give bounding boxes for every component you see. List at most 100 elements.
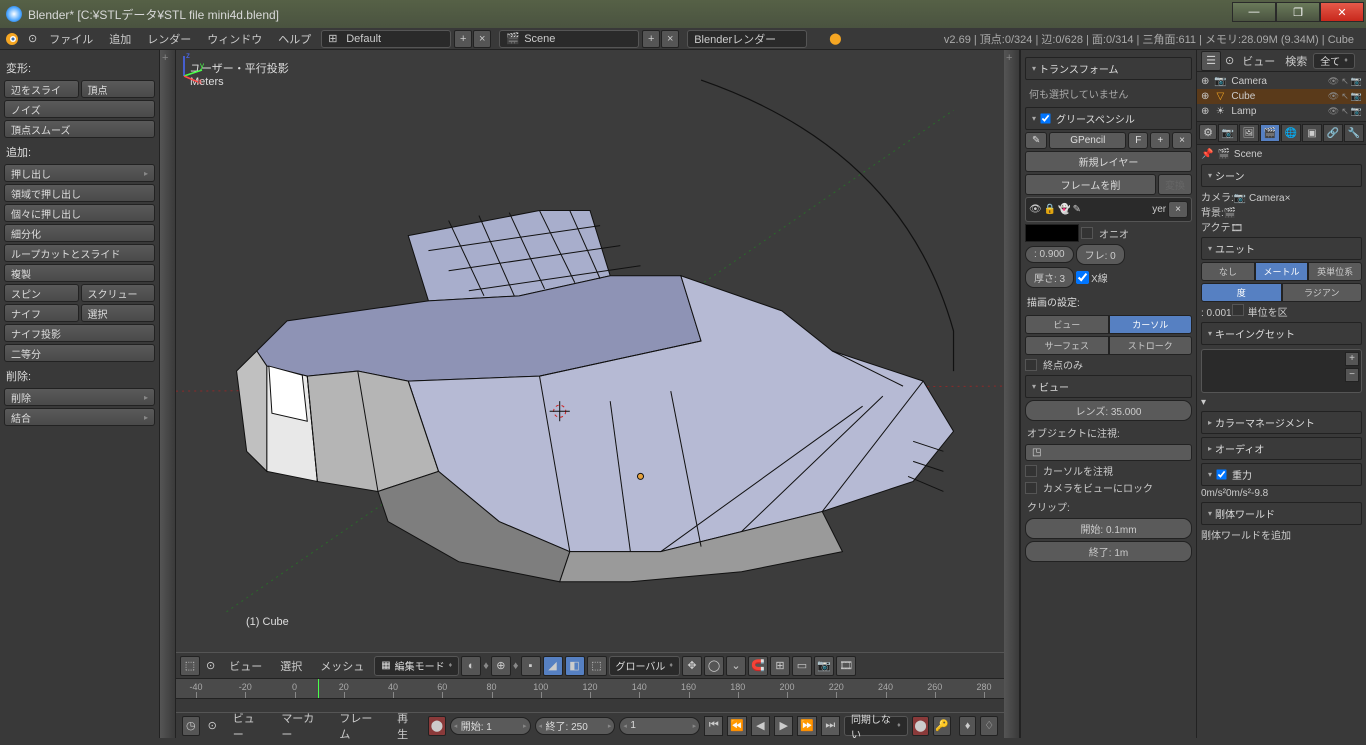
edge-select-button[interactable]: ◢	[543, 656, 563, 676]
tl-marker-menu[interactable]: マーカー	[273, 707, 327, 745]
pin-icon[interactable]: 📌	[1201, 149, 1213, 160]
prop-falloff-button[interactable]: ⌄	[726, 656, 746, 676]
menu-window[interactable]: ウィンドウ	[199, 28, 270, 50]
view-panel-header[interactable]: ビュー	[1025, 375, 1192, 398]
menu-render[interactable]: レンダー	[139, 28, 199, 50]
gp-layer-remove[interactable]: ×	[1168, 201, 1188, 218]
modifiers-tab[interactable]: 🔧	[1344, 124, 1364, 142]
loopcut-button[interactable]: ループカットとスライド	[4, 244, 155, 262]
extrude-individual-button[interactable]: 個々に押し出し	[4, 204, 155, 222]
units-metric[interactable]: メートル	[1255, 262, 1309, 281]
delete-key-button[interactable]: ♢	[980, 716, 998, 736]
minimize-button[interactable]: —	[1232, 2, 1276, 22]
gpencil-delete-frame-button[interactable]: フレームを削	[1025, 174, 1156, 195]
knife-select-button[interactable]: 選択	[81, 304, 156, 322]
editor-type-button[interactable]: ⬚	[180, 656, 200, 676]
3d-viewport[interactable]: ユーザー・平行投影 Meters z y x (1) Cube	[176, 50, 1004, 652]
jump-end-button[interactable]: ⏭	[821, 716, 840, 736]
gpencil-new-layer-button[interactable]: 新規レイヤー	[1025, 151, 1192, 172]
tl-frame-menu[interactable]: フレーム	[331, 707, 385, 745]
eye-icon[interactable]: 👁	[1029, 204, 1042, 215]
keyframe-prev-button[interactable]: ⏪	[727, 716, 746, 736]
current-frame-field[interactable]: 1	[619, 717, 700, 735]
selectable-toggle[interactable]: ↖	[1341, 106, 1349, 117]
scene-delete-button[interactable]: ×	[661, 30, 679, 48]
rigidbody-panel-header[interactable]: 剛体ワールド	[1201, 502, 1362, 525]
separate-units-checkbox[interactable]	[1232, 304, 1244, 316]
draw-cursor-button[interactable]: カーソル	[1109, 315, 1193, 334]
background-field[interactable]: 🎬	[1224, 208, 1236, 219]
maximize-button[interactable]: ❐	[1276, 2, 1320, 22]
draw-stroke-button[interactable]: ストローク	[1109, 336, 1193, 355]
mode-selector[interactable]: ▦編集モード	[374, 656, 459, 676]
region-toggle-left[interactable]: +	[160, 50, 176, 738]
gp-frames-field[interactable]: フレ: 0	[1076, 244, 1125, 265]
unit-scale-field[interactable]: : 0.001	[1201, 308, 1232, 319]
gp-layer-name[interactable]: yer	[1083, 204, 1166, 215]
orientation-selector[interactable]: グローバル	[609, 656, 680, 676]
snap-element-button[interactable]: ⊞	[770, 656, 790, 676]
start-frame-field[interactable]: 開始: 1	[450, 717, 531, 735]
world-tab[interactable]: 🌐	[1281, 124, 1301, 142]
lock-object-field[interactable]: ◳	[1025, 444, 1192, 461]
timeline-area[interactable]: -40-200204060801001201401601802002202402…	[176, 678, 1004, 712]
lock-icon[interactable]: 🔒	[1044, 204, 1056, 215]
extrude-button[interactable]: 押し出し	[4, 164, 155, 182]
keying-set-list[interactable]: + −	[1201, 349, 1362, 393]
visibility-toggle[interactable]: 👁	[1328, 76, 1339, 87]
selectable-toggle[interactable]: ↖	[1341, 76, 1349, 87]
colormgmt-panel-header[interactable]: カラーマネージメント	[1201, 411, 1362, 434]
menu-file[interactable]: ファイル	[41, 28, 101, 50]
face-select-button[interactable]: ◧	[565, 656, 585, 676]
gpencil-fake-user[interactable]: F	[1128, 132, 1148, 149]
draw-view-button[interactable]: ビュー	[1025, 315, 1109, 334]
jump-start-button[interactable]: ⏮	[704, 716, 723, 736]
close-button[interactable]: ✕	[1320, 2, 1364, 22]
render-anim-button[interactable]: 🎞	[836, 656, 856, 676]
autokey-button[interactable]: ⬤	[912, 716, 930, 736]
xray-checkbox[interactable]	[1076, 271, 1089, 284]
subdivide-button[interactable]: 細分化	[4, 224, 155, 242]
knife-project-button[interactable]: ナイフ投影	[4, 324, 155, 342]
knife-button[interactable]: ナイフ	[4, 304, 79, 322]
snap-toggle[interactable]: 🧲	[748, 656, 768, 676]
help-icon[interactable]: ⊙	[24, 29, 41, 48]
active-clip-field[interactable]: 🎞	[1231, 223, 1244, 234]
tl-playback-menu[interactable]: 再生	[389, 707, 424, 745]
gpencil-add[interactable]: +	[1150, 132, 1170, 149]
spin-button[interactable]: スピン	[4, 284, 79, 302]
add-rigidbody-button[interactable]: 剛体ワールドを追加	[1201, 531, 1291, 542]
ghost-icon[interactable]: 👻	[1058, 204, 1070, 215]
limit-selection-button[interactable]: ⬚	[587, 656, 607, 676]
gravity-x[interactable]: 0m/s²	[1201, 488, 1226, 499]
keying-set-button[interactable]: 🔑	[933, 716, 951, 736]
selectable-toggle[interactable]: ↖	[1341, 91, 1349, 102]
units-panel-header[interactable]: ユニット	[1201, 237, 1362, 260]
lock-cursor-checkbox[interactable]	[1025, 465, 1037, 477]
visibility-toggle[interactable]: 👁	[1328, 91, 1339, 102]
layout-delete-button[interactable]: ×	[473, 30, 491, 48]
insert-key-button[interactable]: ♦	[959, 716, 977, 736]
units-degrees[interactable]: 度	[1201, 283, 1282, 302]
timeline-ruler[interactable]: -40-200204060801001201401601802002202402…	[176, 679, 1004, 699]
viewport-shading-button[interactable]: ◐	[461, 656, 481, 676]
prop-edit-button[interactable]: ◯	[704, 656, 724, 676]
render-toggle[interactable]: 📷	[1351, 76, 1362, 87]
vert-select-button[interactable]: ▪	[521, 656, 541, 676]
edit-icon[interactable]: ✎	[1073, 204, 1081, 215]
outliner-filter[interactable]: 全て	[1313, 53, 1355, 69]
timeline-editor-type-button[interactable]: ◷	[182, 716, 200, 736]
gravity-z[interactable]: -9.8	[1251, 488, 1268, 499]
gp-color-swatch[interactable]	[1025, 224, 1079, 242]
auto-keyframe-toggle[interactable]: ⬤	[428, 716, 446, 736]
tl-view-menu[interactable]: ビュー	[225, 707, 270, 745]
visibility-toggle[interactable]: 👁	[1328, 106, 1339, 117]
timeline-cursor[interactable]	[318, 679, 319, 698]
play-reverse-button[interactable]: ◀	[751, 716, 770, 736]
screen-layout-selector[interactable]: ⊞ Default	[321, 30, 451, 48]
edge-slide-button[interactable]: 辺をスライ	[4, 80, 79, 98]
gravity-y[interactable]: 0m/s²	[1226, 488, 1251, 499]
outliner-search-menu[interactable]: 検索	[1281, 50, 1311, 72]
keying-panel-header[interactable]: キーイングセット	[1201, 322, 1362, 345]
clip-start-field[interactable]: 開始: 0.1mm	[1025, 518, 1192, 539]
